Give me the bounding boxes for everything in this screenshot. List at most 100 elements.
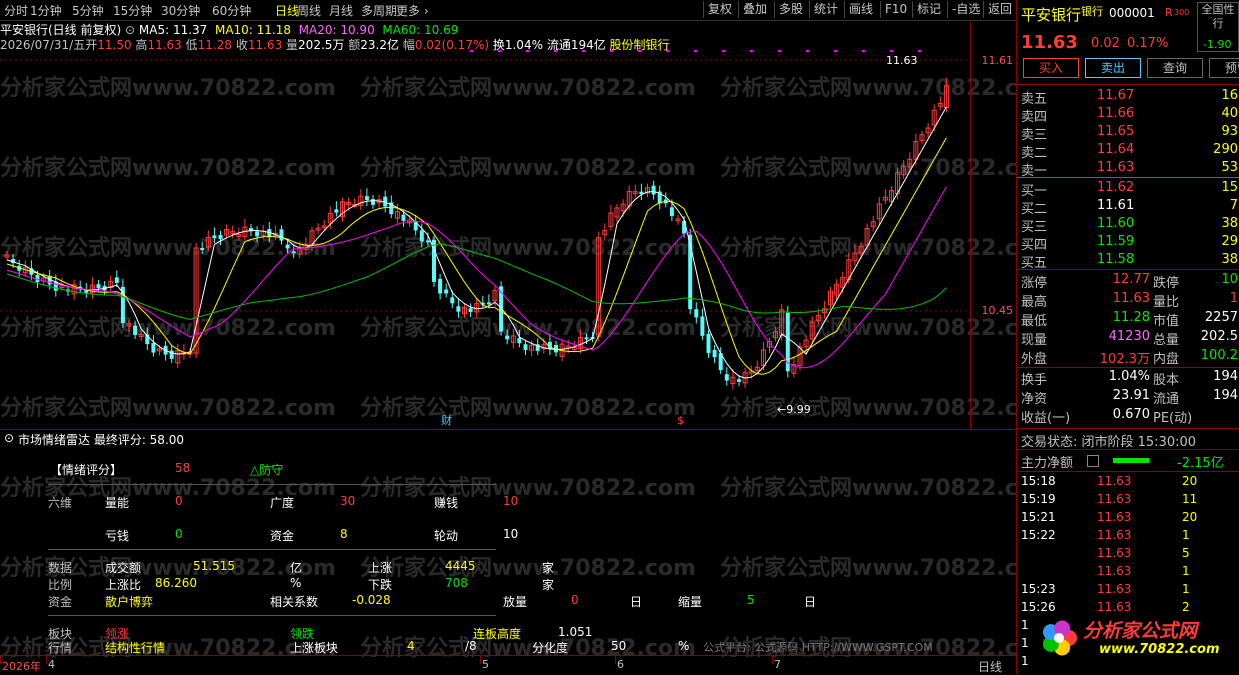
stat-value: 11.28	[1112, 310, 1150, 325]
dividend-marker: $	[677, 414, 684, 427]
stat-label: 现量	[1021, 333, 1048, 348]
tab-period[interactable]: 周线	[297, 2, 321, 19]
candle	[364, 188, 369, 207]
toolbar-button[interactable]: -自选	[947, 1, 984, 18]
dim-value: 10	[503, 494, 519, 508]
trade-button[interactable]: 预警	[1209, 58, 1239, 78]
down-value: 708	[445, 576, 468, 590]
stat-value: 41230	[1108, 329, 1150, 344]
trade-button[interactable]: 卖出	[1085, 58, 1141, 78]
kline-chart[interactable]: 11.63 ←9.99 财 $	[0, 50, 970, 428]
bid-level-price: 11.60	[1097, 216, 1135, 231]
dim-label: 资金	[270, 529, 295, 543]
tab-period[interactable]: 5分钟	[72, 2, 104, 19]
bid-level-volume: 38	[1221, 252, 1238, 267]
tab-period[interactable]: 日线	[275, 2, 299, 19]
up-label: 上涨	[368, 561, 393, 575]
ask-level-volume: 53	[1221, 160, 1238, 175]
dim-label: 赚钱	[434, 496, 459, 510]
candle	[78, 280, 83, 293]
tick-time: 1	[1021, 636, 1029, 650]
trade-button[interactable]: 买入	[1023, 58, 1079, 78]
candle	[505, 329, 510, 345]
ohlc-info-line: 2026/07/31/五开11.50 高11.63 低11.28 收11.63 …	[0, 36, 1016, 52]
netflow-value: -2.15亿	[1177, 456, 1224, 471]
netflow-label: 主力净额	[1021, 456, 1074, 471]
toolbar-button[interactable]: 返回	[983, 1, 1016, 18]
tab-period[interactable]: 更多 ›	[396, 2, 429, 19]
date-axis-bar: 2026年 4 5 6 7 日线	[0, 655, 1016, 675]
panel-title: 市场情绪雷达 最终评分: 58.00	[18, 433, 185, 447]
vol-dn-label: 缩量	[678, 595, 703, 609]
candle	[89, 277, 95, 299]
candle	[876, 197, 882, 225]
tab-period[interactable]: 30分钟	[161, 2, 200, 19]
period-indicator[interactable]: 日线	[978, 658, 1002, 675]
signal-dot	[918, 50, 921, 52]
candle	[291, 245, 296, 259]
vol-up-label: 放量	[503, 595, 528, 609]
limit-height-label: 连板高度	[473, 627, 522, 641]
tick-volume: 20	[1182, 474, 1198, 488]
stat-value: 2257	[1204, 310, 1238, 325]
div-label: 分化度	[532, 641, 569, 655]
dim-label: 广度	[270, 496, 295, 510]
ask-level-volume: 290	[1213, 142, 1238, 157]
toolbar-button[interactable]: F10	[880, 1, 911, 18]
stock-code: 000001	[1109, 6, 1155, 20]
candle	[133, 320, 138, 339]
amount-label: 成交额	[105, 561, 142, 575]
ask-level-price: 11.67	[1097, 88, 1135, 103]
netflow-bar	[1113, 458, 1149, 463]
candle	[22, 260, 28, 277]
candle	[700, 308, 705, 340]
stat-value: 194	[1213, 369, 1238, 384]
tick-volume: 1	[1182, 564, 1190, 578]
tick-volume: 20	[1182, 510, 1198, 524]
signal-dot	[722, 50, 725, 52]
candle	[340, 197, 345, 222]
fund-style: 散户博弈	[105, 595, 154, 609]
up-block-label: 上涨板块	[290, 641, 339, 655]
tick-time: 15:21	[1021, 510, 1056, 524]
min-price-label: ←9.99	[777, 403, 811, 416]
toolbar-button[interactable]: 叠加	[738, 1, 771, 18]
toolbar-button[interactable]: 统计	[809, 1, 842, 18]
vol-up-unit: 日	[630, 595, 643, 609]
tab-period[interactable]: 月线	[329, 2, 353, 19]
toolbar-button[interactable]: 标记	[912, 1, 945, 18]
tab-period[interactable]: 60分钟	[212, 2, 251, 19]
six-dim-label: 六维	[48, 496, 73, 510]
toolbar-button[interactable]: 多股	[774, 1, 807, 18]
candle	[510, 328, 516, 349]
toolbar-button[interactable]: 画线	[844, 1, 877, 18]
menu-icon[interactable]	[1087, 455, 1099, 467]
tab-period[interactable]: 多周期	[361, 2, 397, 19]
up-block-value: 4	[407, 639, 415, 653]
down-unit: 家	[542, 578, 555, 592]
ask-level-label: 卖五	[1021, 92, 1048, 107]
dim-value: 0	[175, 494, 183, 508]
tab-period[interactable]: 分时	[4, 2, 28, 19]
candle	[852, 245, 858, 266]
tick-price: 11.63	[1097, 564, 1132, 578]
tab-period[interactable]: 15分钟	[113, 2, 152, 19]
candle	[71, 279, 77, 300]
candle	[517, 329, 522, 348]
stat-value: 100.2	[1200, 348, 1238, 363]
trade-button[interactable]: 查询	[1147, 58, 1203, 78]
tab-period[interactable]: 1分钟	[30, 2, 62, 19]
stat-label: 换手	[1021, 373, 1048, 388]
candle	[413, 214, 418, 236]
date-tick-label: 2026年	[2, 660, 41, 673]
tick-time: 1	[1021, 618, 1029, 632]
quote-panel: 平安银行 银行 000001 R 300 全国性行 -1.90 11.63 0.02 0.17% 买…	[1016, 0, 1239, 674]
candle	[663, 192, 668, 208]
toolbar-button[interactable]: 复权	[703, 1, 736, 18]
bid-level-volume: 29	[1221, 234, 1238, 249]
signal-dot	[890, 50, 893, 52]
candle	[218, 231, 223, 246]
logo-title: 分析家公式网	[1083, 620, 1198, 642]
stat-value: 1.04%	[1108, 369, 1150, 384]
mood-label: △防守	[250, 463, 284, 477]
